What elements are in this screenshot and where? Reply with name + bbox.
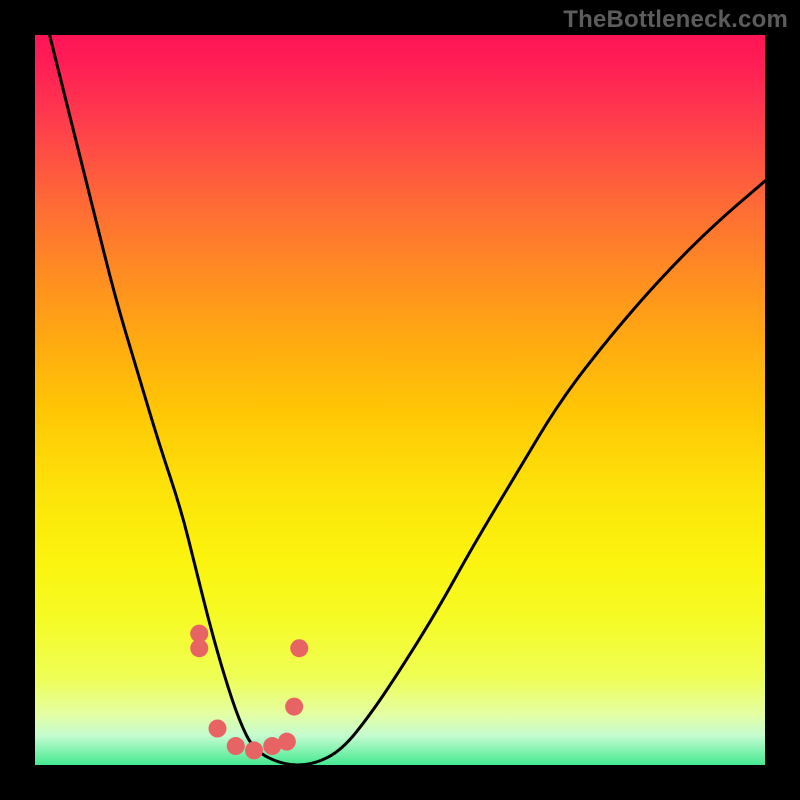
bottleneck-curve-path bbox=[50, 35, 765, 765]
marker-dot bbox=[190, 639, 208, 657]
marker-dot bbox=[209, 720, 227, 738]
chart-container: TheBottleneck.com bbox=[0, 0, 800, 800]
marker-dot bbox=[278, 733, 296, 751]
marker-dot bbox=[227, 737, 245, 755]
marker-dot bbox=[285, 698, 303, 716]
marker-dot bbox=[245, 741, 263, 759]
chart-svg bbox=[35, 35, 765, 765]
bottleneck-curve bbox=[50, 35, 765, 765]
marker-dot bbox=[290, 639, 308, 657]
plot-area bbox=[35, 35, 765, 765]
watermark-text: TheBottleneck.com bbox=[563, 6, 788, 34]
